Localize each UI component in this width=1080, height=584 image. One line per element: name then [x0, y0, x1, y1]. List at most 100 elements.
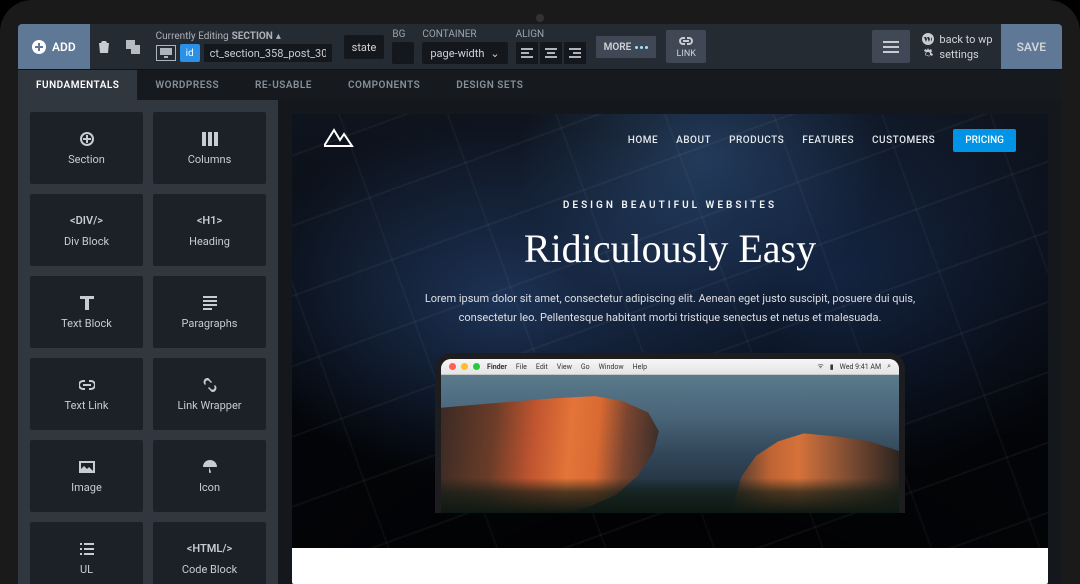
- hero-title: Ridiculously Easy: [352, 225, 988, 272]
- selector-input[interactable]: [204, 44, 332, 62]
- finder-go: Go: [581, 363, 590, 371]
- id-selector-button[interactable]: id: [180, 44, 200, 62]
- duplicate-icon: [126, 40, 140, 54]
- tile-link-wrapper[interactable]: Link Wrapper: [153, 358, 266, 430]
- nav-customers[interactable]: CUSTOMERS: [872, 135, 935, 146]
- device-menubar: FinderFileEditViewGoWindowHelp ᯤ ▮ Wed 9…: [441, 359, 899, 375]
- tile-label: Link Wrapper: [177, 399, 241, 412]
- currently-label: Currently Editing: [156, 31, 229, 42]
- container-select[interactable]: page-width ⌄: [422, 42, 507, 64]
- currently-target: SECTION: [232, 31, 273, 42]
- add-button[interactable]: ADD: [18, 24, 90, 69]
- plus-circle-icon: [80, 131, 94, 147]
- menu-button[interactable]: [872, 30, 910, 63]
- tile-label: Div Block: [64, 235, 109, 248]
- tile-label: Columns: [188, 153, 232, 166]
- paragraph-icon: [203, 295, 217, 311]
- settings-link[interactable]: settings: [922, 48, 992, 61]
- tab-wordpress[interactable]: WORDPRESS: [137, 70, 237, 100]
- tile-icon[interactable]: Icon: [153, 440, 266, 512]
- code-icon: <DIV/>: [70, 214, 103, 227]
- tile-columns[interactable]: Columns: [153, 112, 266, 184]
- delete-button[interactable]: [90, 24, 118, 69]
- tile-heading[interactable]: <H1>Heading: [153, 194, 266, 266]
- align-left-icon: [521, 48, 533, 58]
- gear-icon: [922, 48, 934, 60]
- tile-label: Section: [68, 153, 105, 166]
- pricing-button[interactable]: PRICING: [953, 129, 1016, 152]
- site-logo[interactable]: [324, 128, 360, 152]
- align-center-icon: [545, 48, 557, 58]
- device-time: Wed 9:41 AM: [840, 363, 881, 371]
- hero-eyebrow: DESIGN BEAUTIFUL WEBSITES: [352, 200, 988, 211]
- list-icon: [80, 541, 94, 557]
- save-button[interactable]: SAVE: [1001, 24, 1062, 69]
- minimize-dot-icon: [461, 363, 468, 370]
- tile-div-block[interactable]: <DIV/> Div Block: [30, 194, 143, 266]
- image-icon: [79, 459, 95, 475]
- text-icon: [80, 295, 94, 311]
- plus-circle-icon: [32, 40, 46, 54]
- preview-frame[interactable]: HOME ABOUT PRODUCTS FEATURES CUSTOMERS PRICIN…: [292, 114, 1048, 584]
- finder-view: View: [557, 363, 572, 371]
- back-to-wp-link[interactable]: back to wp: [922, 33, 992, 46]
- tile-text-link[interactable]: Text Link: [30, 358, 143, 430]
- currently-editing: Currently Editing SECTION ▴ id: [148, 24, 340, 69]
- laptop-frame: ADD Currently Editing SECTION ▴ id: [0, 0, 1080, 584]
- align-left-button[interactable]: [516, 42, 538, 64]
- duplicate-button[interactable]: [118, 24, 148, 69]
- tile-code-block[interactable]: <HTML/> Code Block: [153, 522, 266, 584]
- desktop-view-button[interactable]: [156, 45, 176, 61]
- align-right-icon: [569, 48, 581, 58]
- finder-window: Window: [599, 363, 624, 371]
- columns-icon: [202, 131, 218, 147]
- finder-finder: Finder: [487, 363, 507, 371]
- align-label: ALIGN: [516, 29, 545, 40]
- umbrella-icon: [203, 459, 217, 475]
- tile-label: UL: [80, 563, 93, 576]
- tile-image[interactable]: Image: [30, 440, 143, 512]
- code-icon: <HTML/>: [187, 542, 232, 555]
- tile-label: Text Block: [61, 317, 112, 330]
- more-button[interactable]: MORE: [596, 36, 657, 58]
- tab-components[interactable]: COMPONENTS: [330, 70, 438, 100]
- tile-label: Icon: [199, 481, 220, 494]
- nav-features[interactable]: FEATURES: [802, 135, 854, 146]
- tab-re-usable[interactable]: RE-USABLE: [237, 70, 330, 100]
- site-header: HOME ABOUT PRODUCTS FEATURES CUSTOMERS PRICIN…: [292, 114, 1048, 166]
- canvas: HOME ABOUT PRODUCTS FEATURES CUSTOMERS PRICIN…: [278, 100, 1062, 584]
- id-icon: id: [186, 48, 194, 59]
- dots-icon: [635, 46, 648, 49]
- tile-label: Image: [71, 481, 102, 494]
- tab-fundamentals[interactable]: FUNDAMENTALS: [18, 70, 137, 100]
- elements-sidebar: Section Columns <DIV/> Div Block <H1>Heading…: [18, 100, 278, 584]
- bg-color-button[interactable]: [392, 42, 414, 64]
- tile-label: Paragraphs: [182, 317, 238, 330]
- chevron-down-icon: ⌄: [490, 47, 499, 60]
- device-wallpaper: [441, 375, 899, 513]
- tile-text-block[interactable]: Text Block: [30, 276, 143, 348]
- tile-label: Code Block: [182, 563, 237, 576]
- tile-section[interactable]: Section: [30, 112, 143, 184]
- bg-label: BG: [392, 29, 405, 40]
- align-right-button[interactable]: [564, 42, 586, 64]
- search-icon: ⌕: [887, 362, 891, 371]
- nav-about[interactable]: ABOUT: [676, 135, 711, 146]
- main-area: Section Columns <DIV/> Div Block <H1>Heading…: [18, 100, 1062, 584]
- tile-label: Text Link: [65, 399, 109, 412]
- tile-ul[interactable]: UL: [30, 522, 143, 584]
- code-icon: <H1>: [197, 214, 222, 227]
- wordpress-icon: [922, 33, 934, 45]
- link-icon: [679, 35, 693, 47]
- align-center-button[interactable]: [540, 42, 562, 64]
- traffic-lights: [449, 363, 480, 370]
- mountain-logo-icon: [324, 128, 360, 148]
- nav-products[interactable]: PRODUCTS: [729, 135, 784, 146]
- link-wrap-icon: [203, 377, 217, 393]
- tab-design-sets[interactable]: DESIGN SETS: [438, 70, 541, 100]
- nav-home[interactable]: HOME: [628, 135, 658, 146]
- link-button[interactable]: LINK: [666, 30, 706, 63]
- tile-paragraphs[interactable]: Paragraphs: [153, 276, 266, 348]
- state-button[interactable]: state: [344, 35, 385, 59]
- wifi-icon: ᯤ: [817, 362, 823, 371]
